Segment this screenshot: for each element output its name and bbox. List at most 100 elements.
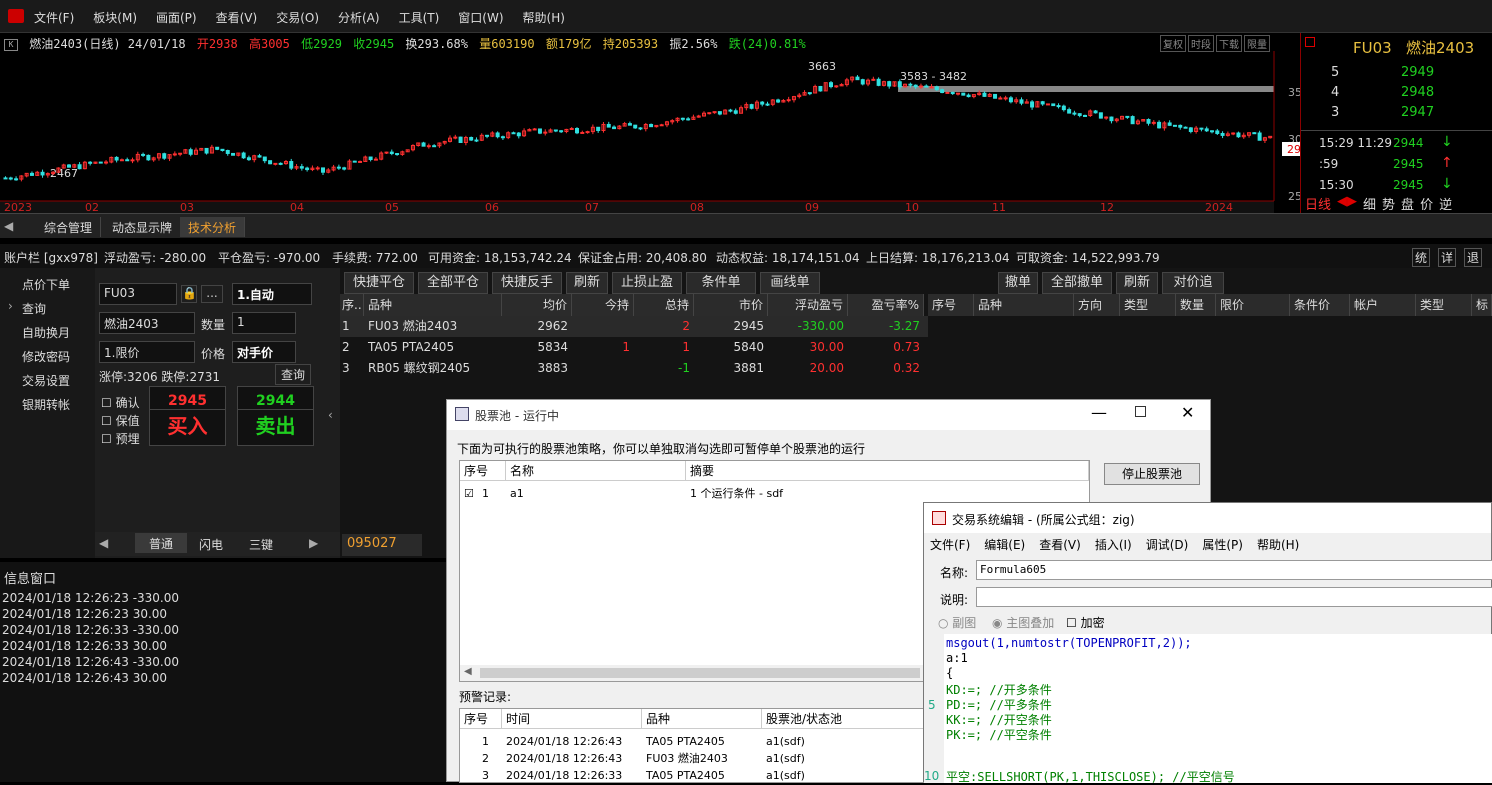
subchart-radio[interactable]: ○ 副图: [938, 614, 976, 631]
confirm-check[interactable]: ☐ 确认: [101, 394, 140, 411]
cancel-all-button[interactable]: 全部撤单: [1042, 272, 1112, 294]
buy-button[interactable]: 2945 买入: [149, 386, 226, 446]
col-avg[interactable]: 均价: [502, 294, 572, 316]
ocol-account[interactable]: 帐户: [1350, 294, 1416, 316]
col-seq[interactable]: 序..: [340, 294, 364, 316]
period-button[interactable]: 时段: [1188, 35, 1214, 52]
emenu-insert[interactable]: 插入(I): [1095, 536, 1132, 553]
minimize-icon[interactable]: —: [1091, 403, 1107, 422]
col-symbol[interactable]: 品种: [364, 294, 502, 316]
acol-seq[interactable]: 序号: [460, 709, 502, 729]
more-button[interactable]: ...: [201, 285, 223, 303]
pcol-name[interactable]: 名称: [506, 461, 686, 481]
ocol-seq[interactable]: 序号: [928, 294, 974, 316]
col-today[interactable]: 今持: [572, 294, 634, 316]
tab-general[interactable]: 综合管理: [36, 217, 102, 237]
maximize-icon[interactable]: [1135, 406, 1146, 417]
formula-name-input[interactable]: Formula605: [976, 560, 1492, 580]
menu-sector[interactable]: 板块(M): [93, 9, 137, 26]
emenu-prop[interactable]: 属性(P): [1202, 536, 1243, 553]
query-button[interactable]: 查询: [275, 364, 312, 385]
cancel-button[interactable]: 撤单: [998, 272, 1038, 294]
tab-book[interactable]: 盘: [1401, 194, 1414, 213]
tab-flash[interactable]: 闪电: [199, 536, 223, 553]
acol-time[interactable]: 时间: [502, 709, 642, 729]
col-market[interactable]: 市价: [694, 294, 768, 316]
preset-check[interactable]: ☐ 预埋: [101, 430, 140, 447]
tab-daily[interactable]: 日线: [1305, 194, 1331, 213]
chase-button[interactable]: 对价追: [1162, 272, 1224, 294]
mode-select[interactable]: 1.自动: [232, 283, 312, 305]
reverse-button[interactable]: 快捷反手: [492, 272, 562, 294]
tab-price[interactable]: 价: [1420, 194, 1433, 213]
emenu-file[interactable]: 文件(F): [930, 536, 970, 553]
code-input[interactable]: FU03: [99, 283, 177, 305]
ocol-symbol[interactable]: 品种: [974, 294, 1074, 316]
ord-refresh-button[interactable]: 刷新: [1116, 272, 1158, 294]
scroll-left-icon[interactable]: ◀: [464, 666, 472, 677]
col-float[interactable]: 浮动盈亏: [768, 294, 848, 316]
ocol-cond[interactable]: 条件价: [1290, 294, 1350, 316]
tabs-left-arrow[interactable]: ◀: [4, 219, 13, 233]
menu-file[interactable]: 文件(F): [34, 9, 74, 26]
menu-view[interactable]: 查看(V): [216, 9, 258, 26]
menu-tools[interactable]: 工具(T): [399, 9, 440, 26]
stat-button[interactable]: 统: [1412, 248, 1431, 267]
line-order-button[interactable]: 画线单: [760, 272, 820, 294]
exit-button[interactable]: 退: [1464, 248, 1483, 267]
table-row[interactable]: 3 RB05 螺纹钢2405 3883 -1 3881 20.00 0.32: [340, 358, 928, 379]
menu-analysis[interactable]: 分析(A): [338, 9, 380, 26]
mainchart-radio[interactable]: ◉ 主图叠加: [992, 614, 1054, 631]
kline-icon[interactable]: K: [4, 38, 18, 51]
menu-window[interactable]: 窗口(W): [458, 9, 503, 26]
ocol-dir[interactable]: 方向: [1074, 294, 1120, 316]
acol-symbol[interactable]: 品种: [642, 709, 762, 729]
scroll-thumb[interactable]: [480, 668, 920, 678]
col-rate[interactable]: 盈亏率%: [848, 294, 924, 316]
tab-detail[interactable]: 细: [1363, 194, 1376, 213]
table-row[interactable]: 1 FU03 燃油2403 2962 2 2945 -330.00 -3.27: [340, 316, 928, 337]
menu-help[interactable]: 帮助(H): [523, 9, 565, 26]
ocol-limit[interactable]: 限价: [1216, 294, 1290, 316]
acol-pool[interactable]: 股票池/状态池: [762, 709, 928, 729]
tab-analysis[interactable]: 技术分析: [180, 217, 246, 237]
nav-password[interactable]: 修改密码: [22, 348, 70, 365]
ocol-flag[interactable]: 标违: [1472, 294, 1492, 316]
tab-reverse[interactable]: 逆: [1439, 194, 1452, 213]
order-tabs-right[interactable]: ▶: [309, 536, 318, 550]
order-tabs-left[interactable]: ◀: [99, 536, 108, 550]
pool-row-check[interactable]: ☑: [464, 485, 474, 502]
ocol-qty[interactable]: 数量: [1176, 294, 1216, 316]
nav-settings[interactable]: 交易设置: [22, 372, 70, 389]
emenu-debug[interactable]: 调试(D): [1146, 536, 1189, 553]
encrypt-check[interactable]: ☐ 加密: [1066, 614, 1105, 631]
expand-icon[interactable]: ›: [8, 299, 13, 313]
nav-query[interactable]: 查询: [22, 300, 46, 317]
pcol-seq[interactable]: 序号: [460, 461, 506, 481]
price-type-select[interactable]: 1.限价: [99, 341, 195, 363]
menu-screen[interactable]: 画面(P): [156, 9, 197, 26]
pcol-summary[interactable]: 摘要: [686, 461, 1089, 481]
code-editor[interactable]: msgout(1,numtostr(TOPENPROFIT,2)); a:1 {…: [944, 634, 1492, 784]
col-total[interactable]: 总持: [634, 294, 694, 316]
nav-arrows[interactable]: ◀▶: [1337, 194, 1357, 213]
stop-pool-button[interactable]: 停止股票池: [1104, 463, 1200, 485]
limit-button[interactable]: 限量: [1244, 35, 1270, 52]
table-row[interactable]: 2 TA05 PTA2405 5834 1 1 5840 30.00 0.73: [340, 337, 928, 358]
formula-desc-input[interactable]: [976, 587, 1492, 607]
cond-order-button[interactable]: 条件单: [686, 272, 756, 294]
price-input[interactable]: 对手价: [232, 341, 296, 363]
kline-chart[interactable]: K 燃油2403(日线) 24/01/18 开2938 高3005 低2929 …: [0, 33, 1300, 213]
detail-button[interactable]: 详: [1438, 248, 1457, 267]
emenu-view[interactable]: 查看(V): [1039, 536, 1081, 553]
tab-normal[interactable]: 普通: [135, 533, 188, 553]
nav-transfer[interactable]: 银期转帐: [22, 396, 70, 413]
close-all-button[interactable]: 全部平仓: [418, 272, 488, 294]
nav-point-order[interactable]: 点价下单: [22, 276, 70, 293]
ocol-type2[interactable]: 类型: [1416, 294, 1472, 316]
hedge-check[interactable]: ☐ 保值: [101, 412, 140, 429]
stop-button[interactable]: 止损止盈: [612, 272, 682, 294]
close-icon[interactable]: ✕: [1181, 403, 1194, 422]
name-input[interactable]: 燃油2403: [99, 312, 195, 334]
tab-threekey[interactable]: 三键: [249, 536, 273, 553]
